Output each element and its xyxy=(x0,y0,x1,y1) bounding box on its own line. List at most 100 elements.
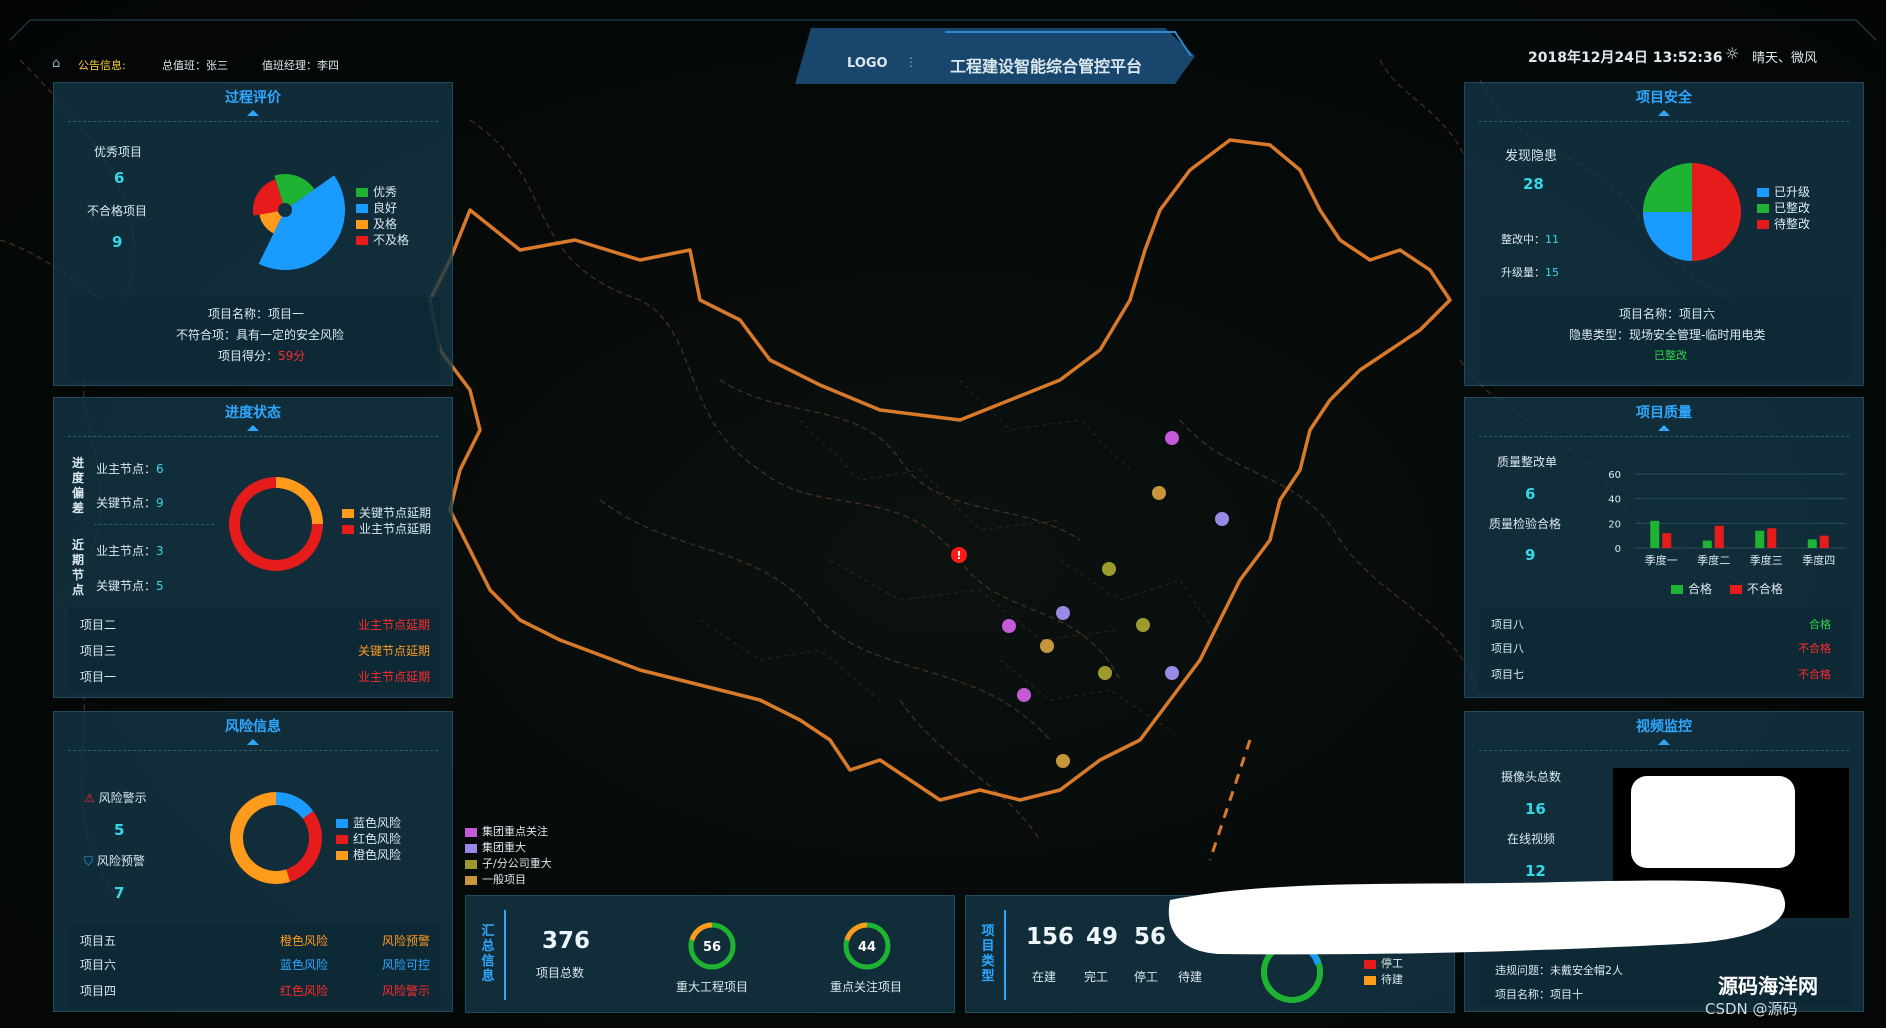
pie-slice-已升级[interactable] xyxy=(1643,212,1693,261)
excellent-label: 优秀项目 xyxy=(94,145,143,159)
legend-red-risk: 红色风险 xyxy=(336,831,401,847)
bar-合格-季度一[interactable] xyxy=(1650,520,1660,548)
summary-title: 汇总信息 xyxy=(481,924,495,984)
process-eval-title: 过程评价 xyxy=(54,87,452,116)
watermark: 源码海洋网 xyxy=(1718,974,1818,998)
safety-detail: 项目名称：项目六 隐患类型：现场安全管理-临时用电类 已整改 xyxy=(1479,297,1851,379)
found-label: 发现隐患 xyxy=(1505,149,1558,164)
safety-hazard-type: 隐患类型：现场安全管理-临时用电类 xyxy=(1569,328,1766,342)
process-eval-legend: 优秀 良好 及格 不及格 xyxy=(356,184,409,248)
video-thumbnail[interactable] xyxy=(1631,776,1795,868)
y-tick-label: 60 xyxy=(1608,470,1621,481)
y-tick-label: 0 xyxy=(1615,544,1621,555)
redaction-overlay xyxy=(1168,880,1786,955)
legend-unqualified: 不合格 xyxy=(1729,582,1783,596)
focus-gauge: 44 xyxy=(843,922,891,970)
legend-key-delay: 关键节点延期 xyxy=(342,505,431,521)
online-video-label: 在线视频 xyxy=(1507,832,1556,846)
pie-slice-已整改[interactable] xyxy=(1643,163,1692,213)
upgrade: 升级量：15 xyxy=(1501,266,1559,279)
title-divider-line xyxy=(68,750,438,751)
detail-score: 项目得分：59分 xyxy=(218,349,306,363)
legend-excellent: 优秀 xyxy=(356,184,409,200)
bar-合格-季度三[interactable] xyxy=(1755,530,1765,548)
risk-warning-label: ⚠ 风险警示 xyxy=(84,791,147,805)
progress-legend: 关键节点延期 业主节点延期 xyxy=(342,505,431,537)
major-gauge: 56 xyxy=(688,922,736,970)
legend-group-focus[interactable]: 集团重点关注 xyxy=(465,824,552,840)
svg-text:!: ! xyxy=(956,549,961,562)
legend-blue-risk: 蓝色风险 xyxy=(336,815,401,831)
progress-title: 进度状态 xyxy=(54,402,452,431)
list-item[interactable]: 项目二 业主节点延期 xyxy=(80,614,430,634)
x-tick-label: 季度二 xyxy=(1697,553,1730,567)
title-divider-line xyxy=(68,436,438,437)
bar-合格-季度四[interactable] xyxy=(1807,539,1817,548)
y-tick-label: 40 xyxy=(1608,495,1621,506)
legend-upgraded: 已升级 xyxy=(1757,184,1810,200)
ptype-stopped-label: 停工 xyxy=(1134,970,1159,984)
legend-sub-major[interactable]: 子/分公司重大 xyxy=(465,856,552,872)
ptype-building-value: 156 xyxy=(1026,924,1075,950)
pie-slice-红色风险[interactable] xyxy=(286,810,322,882)
risk-legend: 蓝色风险 红色风险 橙色风险 xyxy=(336,815,401,863)
list-item[interactable]: 项目七 不合格 xyxy=(1491,664,1831,684)
datetime: 2018年12月24日 13:52:36 xyxy=(1528,50,1723,66)
legend-group-major[interactable]: 集团重大 xyxy=(465,840,552,856)
summary-title-line xyxy=(504,910,506,1000)
list-item[interactable]: 项目八 不合格 xyxy=(1491,638,1831,658)
ptype-done-value: 49 xyxy=(1086,924,1119,950)
bar-不合格-季度一[interactable] xyxy=(1662,533,1672,548)
title-divider-line xyxy=(1479,121,1849,122)
quality-panel: 项目质量 质量整改单 6 质量检验合格 9 0 20 40 60 季度一 季度二 季度三 季度… xyxy=(1464,397,1864,698)
legend-qualified: 合格 xyxy=(1671,582,1712,596)
shield-icon: ⛉ xyxy=(84,854,97,868)
risk-panel: 风险信息 ⚠ 风险警示 5 ⛉ 风险预警 7 蓝色风险 红色风险 橙色风险 项目… xyxy=(53,711,453,1012)
quality-fix-value: 6 xyxy=(1525,485,1536,503)
fixing: 整改中：11 xyxy=(1501,233,1559,246)
progress-deviation-label: 进度偏差 xyxy=(71,456,84,515)
x-tick-label: 季度四 xyxy=(1802,553,1835,567)
ptype-pending-label: 待建 xyxy=(1178,970,1203,984)
bar-不合格-季度三[interactable] xyxy=(1767,528,1777,548)
detail-project-name: 项目名称：项目一 xyxy=(208,307,305,321)
fail-label: 不合格项目 xyxy=(87,204,148,218)
title-divider-line xyxy=(1479,750,1849,751)
pie-slice-橙色风险[interactable] xyxy=(230,792,291,884)
process-eval-panel: 过程评价 优秀项目 6 不合格项目 9 优秀 良好 及格 不及格 项目名称：项目… xyxy=(53,82,453,386)
risk-list: 项目五 橙色风险 风险预警 项目六 蓝色风险 风险可控 项目四 红色风险 风险警… xyxy=(68,924,440,1008)
top-bar: ⌂ 公告信息: 总值班：张三 值班经理：李四 LOGO ⋮ 工程建设智能综合管控… xyxy=(0,0,1886,84)
title-divider-line xyxy=(1479,436,1849,437)
bar-不合格-季度四[interactable] xyxy=(1819,535,1829,548)
g2-key: 关键节点：5 xyxy=(96,579,164,593)
bar-不合格-季度二[interactable] xyxy=(1714,525,1724,548)
warning-triangle-icon: ⚠ xyxy=(84,791,99,805)
pie-slice-蓝色风险[interactable] xyxy=(276,792,314,819)
process-eval-pie xyxy=(253,174,345,270)
list-item[interactable]: 项目三 关键节点延期 xyxy=(80,640,430,660)
g1-key: 关键节点：9 xyxy=(96,496,164,510)
home-icon[interactable]: ⌂ xyxy=(52,56,60,71)
safety-panel: 项目安全 发现隐患 28 整改中：11 升级量：15 已升级 已整改 待整改 项… xyxy=(1464,82,1864,386)
quality-pass-value: 9 xyxy=(1525,546,1536,564)
map-legend: 集团重点关注 集团重大 子/分公司重大 一般项目 xyxy=(465,824,552,888)
legend-general[interactable]: 一般项目 xyxy=(465,872,552,888)
legend-pending: 待整改 xyxy=(1757,216,1810,232)
list-item[interactable]: 项目八 合格 xyxy=(1491,614,1831,634)
quality-fix-label: 质量整改单 xyxy=(1497,455,1558,469)
detail-nonconform: 不符合项：具有一定的安全风险 xyxy=(176,328,345,342)
title-divider: ⋮ xyxy=(905,55,917,69)
legend-fixed: 已整改 xyxy=(1757,200,1810,216)
legend-pending: 待建 xyxy=(1364,972,1403,988)
logo[interactable]: LOGO xyxy=(847,56,888,71)
bar-合格-季度二[interactable] xyxy=(1702,540,1712,548)
pie-slice-关键节点延期[interactable] xyxy=(276,477,323,524)
title-divider-line xyxy=(68,121,438,122)
pie-slice-待整改[interactable] xyxy=(1691,163,1741,261)
list-item[interactable]: 项目六 蓝色风险 风险可控 xyxy=(80,954,430,974)
quality-pass-label: 质量检验合格 xyxy=(1489,517,1562,531)
ptype-title-line xyxy=(1004,910,1006,1000)
list-item[interactable]: 项目四 红色风险 风险警示 xyxy=(80,980,430,1000)
list-item[interactable]: 项目五 橙色风险 风险预警 xyxy=(80,930,430,950)
list-item[interactable]: 项目一 业主节点延期 xyxy=(80,666,430,686)
